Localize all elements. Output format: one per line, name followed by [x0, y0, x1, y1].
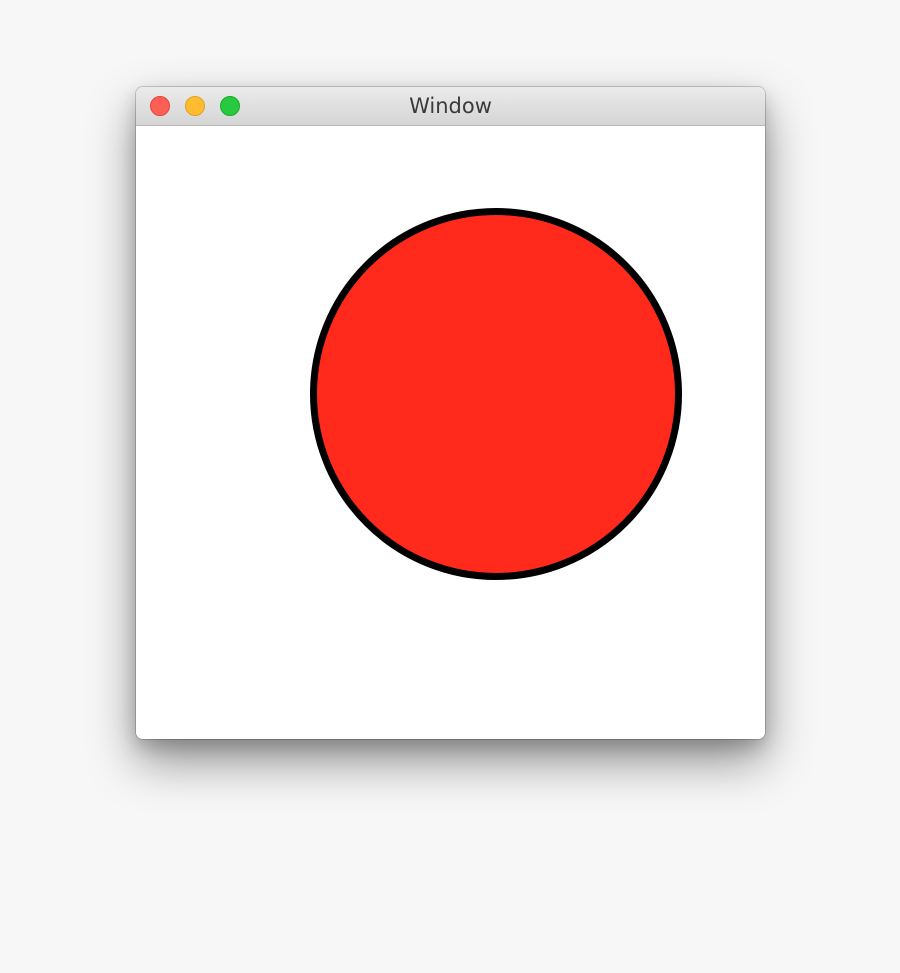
red-circle: [310, 208, 682, 580]
desktop: Window: [0, 0, 900, 973]
title-bar[interactable]: Window: [136, 87, 765, 126]
app-window: Window: [136, 87, 765, 739]
window-title: Window: [409, 94, 492, 118]
drawing-canvas: [136, 126, 765, 739]
